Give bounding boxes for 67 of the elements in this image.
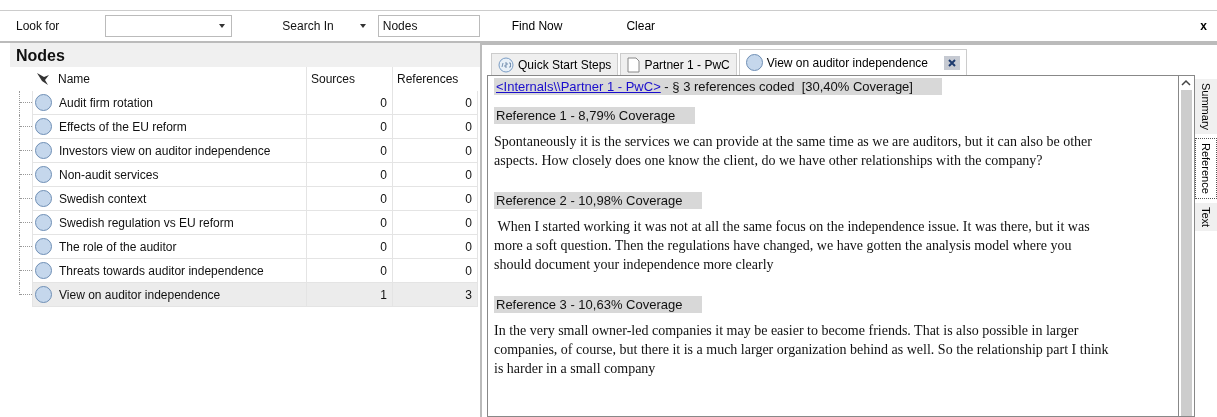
node-name[interactable]: View on auditor independence	[54, 283, 307, 307]
node-name[interactable]: Threats towards auditor independence	[54, 259, 307, 283]
panel-title: Nodes	[10, 43, 480, 67]
reference-text: In the very small owner-led companies it may be easier to become friends. That is also possible in larger companies, of course, but there it is a much larger organization behind as well. So the relationship part I think is harder in a small company	[494, 322, 1110, 378]
node-name[interactable]: Swedish context	[54, 187, 307, 211]
table-cell: 0	[393, 91, 478, 115]
table-cell: 0	[307, 115, 393, 139]
table-cell: 0	[393, 163, 478, 187]
table-cell: 0	[307, 259, 393, 283]
table-cell: 0	[393, 211, 478, 235]
node-icon	[35, 94, 52, 111]
document-tab[interactable]: Partner 1 - PwC	[620, 53, 737, 75]
find-now-button[interactable]: Find Now	[509, 15, 565, 37]
column-header[interactable]: References	[397, 72, 459, 86]
node-icon	[35, 118, 52, 135]
reference-heading: Reference 3 - 10,63% Coverage	[494, 296, 703, 313]
node-icon	[35, 166, 52, 183]
reference-text: When I started working it was not at all the same focus on the independence issue. It was there, but it was more a soft question. Then the regulations have changed, we have gotten the analysis model where you should document your independence more clearly	[494, 218, 1091, 274]
node-name[interactable]: Non-audit services	[54, 163, 307, 187]
node-name[interactable]: Investors view on auditor independence	[54, 139, 307, 163]
look-for-label: Look for	[16, 19, 60, 33]
numbers-icon	[498, 56, 514, 73]
table-cell: 1	[307, 283, 393, 307]
close-button[interactable]: x	[1198, 15, 1209, 37]
node-name[interactable]: Swedish regulation vs EU reform	[54, 211, 307, 235]
reference-text: Spontaneously it is the services we can provide at the same time as we are auditors, but it can also be other aspects. How closely does one know the client, do we have other relationships with the company?	[494, 133, 1093, 170]
caret-icon	[219, 24, 226, 28]
side-tab[interactable]: Text	[1195, 202, 1217, 231]
node-icon	[35, 238, 52, 255]
table-cell: 0	[307, 163, 393, 187]
reference-heading: Reference 1 - 8,79% Coverage	[494, 107, 696, 124]
document-tab[interactable]: View on auditor independence	[738, 49, 967, 75]
node-name[interactable]: The role of the auditor	[54, 235, 307, 259]
pin-icon[interactable]	[36, 72, 50, 86]
search-in-label: Search In	[282, 19, 334, 33]
node-icon	[35, 142, 52, 159]
table-cell: 0	[307, 187, 393, 211]
document-tab[interactable]: Quick Start Steps	[491, 53, 619, 75]
column-header[interactable]: Name	[58, 72, 90, 86]
table-cell: 0	[393, 187, 478, 211]
node-icon	[35, 214, 52, 231]
table-cell: 0	[307, 211, 393, 235]
column-header[interactable]: Sources	[311, 72, 356, 86]
node-icon	[35, 262, 52, 279]
table-cell: 0	[307, 91, 393, 115]
node-name[interactable]: Audit firm rotation	[54, 91, 307, 115]
clear-button[interactable]: Clear	[624, 15, 658, 37]
node-icon	[35, 190, 52, 207]
reference-heading: Reference 2 - 10,98% Coverage	[494, 192, 703, 209]
document-icon	[627, 56, 641, 73]
node-name[interactable]: Effects of the EU reform	[54, 115, 307, 139]
node-icon	[745, 54, 763, 71]
table-cell: 0	[393, 235, 478, 259]
table-cell: 3	[393, 283, 478, 307]
search-in-field[interactable]: Nodes	[377, 15, 480, 37]
side-tab[interactable]: Summary	[1195, 79, 1217, 135]
table-cell: 0	[307, 139, 393, 163]
table-cell: 0	[393, 259, 478, 283]
coverage-summary: - § 3 references coded [30,40% Coverage]	[663, 79, 913, 94]
side-tab[interactable]: Reference	[1195, 138, 1217, 199]
look-for-field[interactable]	[105, 15, 233, 37]
node-icon	[35, 286, 52, 303]
table-cell: 0	[393, 115, 478, 139]
table-cell: 0	[307, 235, 393, 259]
table-cell: 0	[393, 139, 478, 163]
source-link[interactable]: <Internals\\Partner 1 - PwC>	[496, 79, 661, 94]
close-icon[interactable]	[944, 55, 960, 70]
